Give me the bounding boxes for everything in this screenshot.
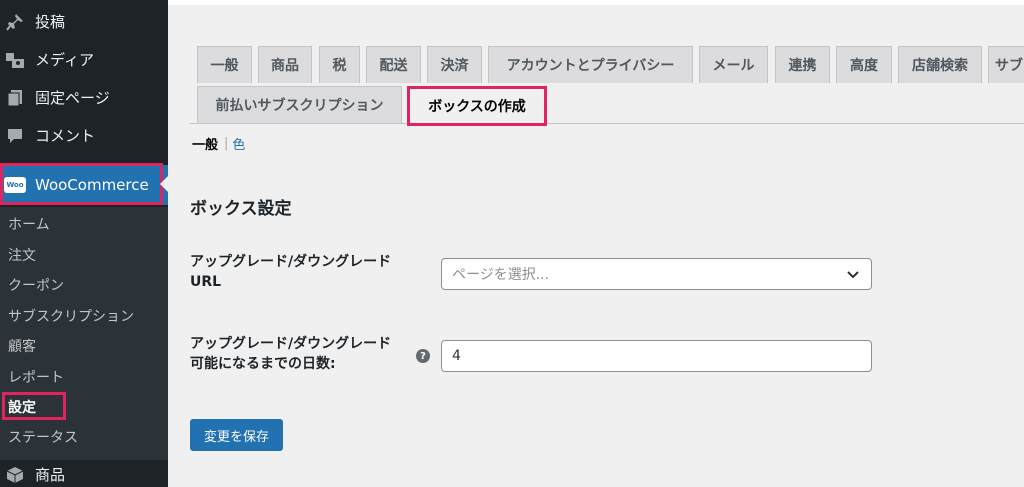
tab-general[interactable]: 一般 bbox=[197, 46, 252, 83]
tab-accounts-privacy[interactable]: アカウントとプライバシー bbox=[488, 46, 693, 83]
upgrade-days-label: アップグレード/ダウングレード 可能になるまでの日数: bbox=[190, 334, 420, 374]
products-icon bbox=[4, 464, 26, 486]
tab-integration[interactable]: 連携 bbox=[775, 46, 830, 83]
upgrade-url-label: アップグレード/ダウングレード URL bbox=[190, 252, 420, 292]
submenu-item-subscriptions[interactable]: サブスクリプション bbox=[8, 306, 134, 328]
menu-item-pages[interactable]: 固定ページ bbox=[0, 79, 168, 116]
top-bar bbox=[168, 0, 1024, 5]
woo-icon: Woo bbox=[4, 174, 26, 196]
tab-email[interactable]: メール bbox=[699, 46, 768, 83]
tab-store-locator[interactable]: 店舗検索 bbox=[898, 46, 982, 83]
upgrade-url-placeholder: ページを選択... bbox=[452, 267, 550, 283]
upgrade-days-label-line1: アップグレード/ダウングレード bbox=[190, 336, 392, 352]
menu-item-posts[interactable]: 投稿 bbox=[0, 3, 168, 40]
menu-item-products[interactable]: 商品 bbox=[0, 462, 168, 487]
submenu-item-orders[interactable]: 注文 bbox=[8, 245, 36, 267]
menu-item-media[interactable]: メディア bbox=[0, 41, 168, 78]
help-icon[interactable]: ? bbox=[416, 349, 430, 363]
pushpin-icon bbox=[4, 11, 26, 33]
submenu-item-home[interactable]: ホーム bbox=[8, 214, 50, 236]
save-changes-button[interactable]: 変更を保存 bbox=[190, 419, 283, 451]
subsub-link-color[interactable]: 色 bbox=[232, 134, 245, 153]
tab-shipping[interactable]: 配送 bbox=[366, 46, 421, 83]
subsub-current-general[interactable]: 一般 bbox=[192, 134, 218, 153]
menu-item-label: WooCommerce bbox=[35, 176, 149, 194]
subsub-separator: | bbox=[224, 136, 229, 151]
upgrade-url-select[interactable]: ページを選択... bbox=[441, 258, 872, 290]
woo-icon-text: Woo bbox=[4, 177, 26, 193]
media-icon bbox=[4, 49, 26, 71]
menu-item-label: 投稿 bbox=[35, 13, 66, 31]
tabs-divider bbox=[190, 123, 1024, 124]
submenu-item-status[interactable]: ステータス bbox=[8, 427, 78, 449]
upgrade-days-label-line2: 可能になるまでの日数: bbox=[190, 356, 336, 372]
menu-item-label: メディア bbox=[35, 51, 94, 69]
tab-prepaid-subscriptions[interactable]: 前払いサブスクリプション bbox=[197, 86, 402, 123]
submenu-item-settings[interactable]: 設定 bbox=[8, 397, 36, 419]
menu-item-comments[interactable]: コメント bbox=[0, 117, 168, 154]
submenu-item-coupons[interactable]: クーポン bbox=[8, 275, 64, 297]
tab-tax[interactable]: 税 bbox=[319, 46, 360, 83]
menu-item-label: 固定ページ bbox=[35, 89, 110, 107]
submenu-item-reports[interactable]: レポート bbox=[8, 367, 64, 389]
tab-create-box[interactable]: ボックスの作成 bbox=[409, 87, 545, 124]
page-icon bbox=[4, 87, 26, 109]
current-menu-arrow bbox=[160, 176, 168, 192]
admin-sidebar: 投稿 メディア 固定ページ コメント Woo WooCommerce ホーム 注… bbox=[0, 0, 168, 487]
tab-advanced[interactable]: 高度 bbox=[836, 46, 892, 83]
upgrade-days-input[interactable]: 4 bbox=[441, 340, 872, 372]
section-title: ボックス設定 bbox=[190, 199, 292, 219]
menu-item-label: 商品 bbox=[35, 466, 66, 484]
menu-item-woocommerce[interactable]: Woo WooCommerce bbox=[0, 165, 168, 205]
upgrade-url-label-line2: URL bbox=[190, 274, 222, 290]
comment-icon bbox=[4, 125, 26, 147]
menu-item-label: コメント bbox=[35, 127, 96, 145]
tab-products[interactable]: 商品 bbox=[258, 46, 312, 83]
upgrade-url-label-line1: アップグレード/ダウングレード bbox=[190, 254, 392, 270]
chevron-down-icon bbox=[847, 271, 859, 279]
submenu-item-customers[interactable]: 顧客 bbox=[8, 336, 36, 358]
tab-payments[interactable]: 決済 bbox=[427, 46, 482, 83]
subsub-nav: 一般 | 色 bbox=[192, 134, 245, 153]
tab-subscriptions-partial[interactable]: サブ bbox=[988, 46, 1024, 83]
